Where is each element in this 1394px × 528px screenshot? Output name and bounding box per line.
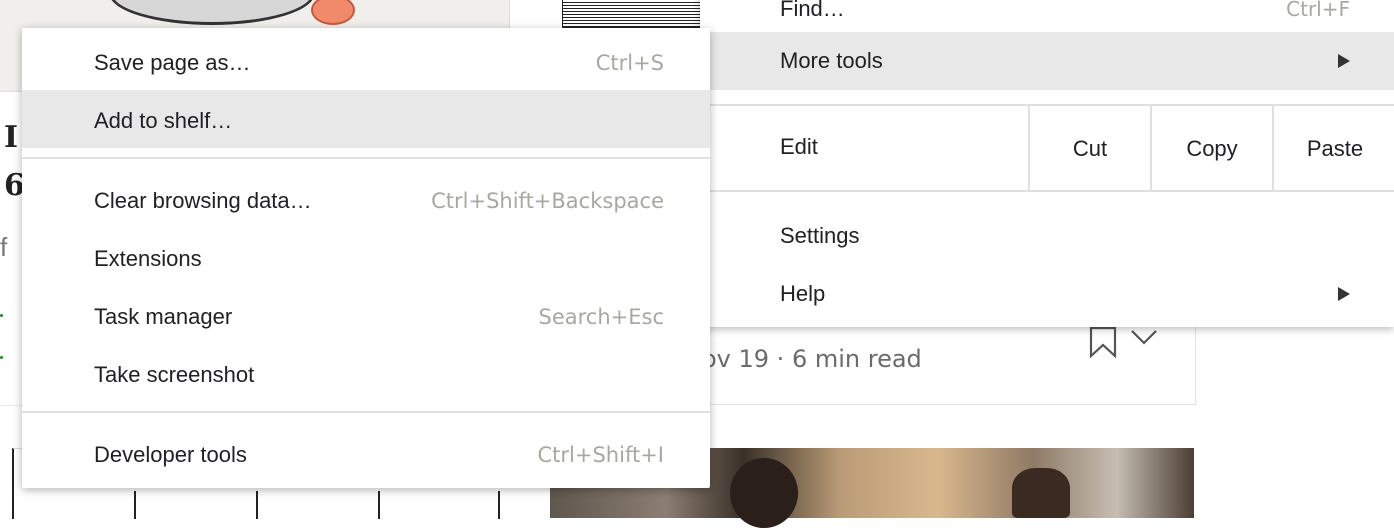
copy-button[interactable]: Copy [1150,106,1272,191]
article-title-fragment: I [4,120,19,155]
menu-item-shortcut: Ctrl+F [1286,0,1350,21]
menu-item-take-screenshot[interactable]: Take screenshot [22,344,710,402]
menu-item-label: Developer tools [94,442,247,467]
menu-item-label: Add to shelf… [94,108,233,133]
menu-item-shortcut: Ctrl+Shift+Backspace [431,189,664,213]
menu-item-developer-tools[interactable]: Developer tools Ctrl+Shift+I [22,424,710,482]
chevron-down-icon[interactable] [1130,328,1158,346]
menu-item-label: Find… [780,0,845,21]
browser-main-menu: Find… Ctrl+F More tools Edit Cut Copy Pa… [700,0,1394,327]
menu-item-extensions[interactable]: Extensions [22,228,710,286]
article-subtitle-fragment: f [0,232,8,262]
paste-button[interactable]: Paste [1272,106,1394,191]
menu-item-edit: Edit Cut Copy Paste [700,106,1394,191]
submenu-arrow-icon [1338,54,1350,68]
photo-figure [1012,468,1070,518]
menu-item-task-manager[interactable]: Task manager Search+Esc [22,286,710,344]
illustration-shape [109,0,315,25]
member-dot [0,356,3,359]
menu-item-shortcut: Ctrl+Shift+I [537,443,664,467]
menu-item-save-page-as[interactable]: Save page as… Ctrl+S [22,32,710,90]
photo-figure [730,458,798,528]
menu-item-label: Save page as… [94,50,251,75]
menu-item-label: Clear browsing data… [94,188,312,213]
menu-item-label: Edit [780,134,818,159]
submenu-arrow-icon [1338,287,1350,301]
member-dot [0,314,3,317]
article-image-header [562,0,714,28]
menu-item-shortcut: Ctrl+S [595,51,664,75]
menu-divider [22,411,710,413]
cut-button[interactable]: Cut [1028,106,1150,191]
menu-item-add-to-shelf[interactable]: Add to shelf… [22,90,710,148]
menu-item-label: More tools [780,48,883,73]
menu-divider [22,157,710,159]
more-tools-submenu: Save page as… Ctrl+S Add to shelf… Clear… [22,28,710,488]
menu-item-label: Task manager [94,304,233,329]
menu-item-label: Extensions [94,246,202,271]
menu-item-shortcut: Search+Esc [538,305,665,329]
illustration-flower [311,0,355,25]
menu-item-settings[interactable]: Settings [700,207,1394,265]
menu-item-help[interactable]: Help [700,265,1394,323]
menu-item-clear-browsing-data[interactable]: Clear browsing data… Ctrl+Shift+Backspac… [22,170,710,228]
bookmark-icon[interactable] [1088,326,1118,358]
menu-item-more-tools[interactable]: More tools [700,32,1394,90]
menu-item-label: Settings [780,223,860,248]
menu-divider [700,190,1394,192]
menu-item-label: Take screenshot [94,362,255,387]
story-meta: ov 19 · 6 min read [702,345,922,373]
menu-item-label: Help [780,281,826,306]
